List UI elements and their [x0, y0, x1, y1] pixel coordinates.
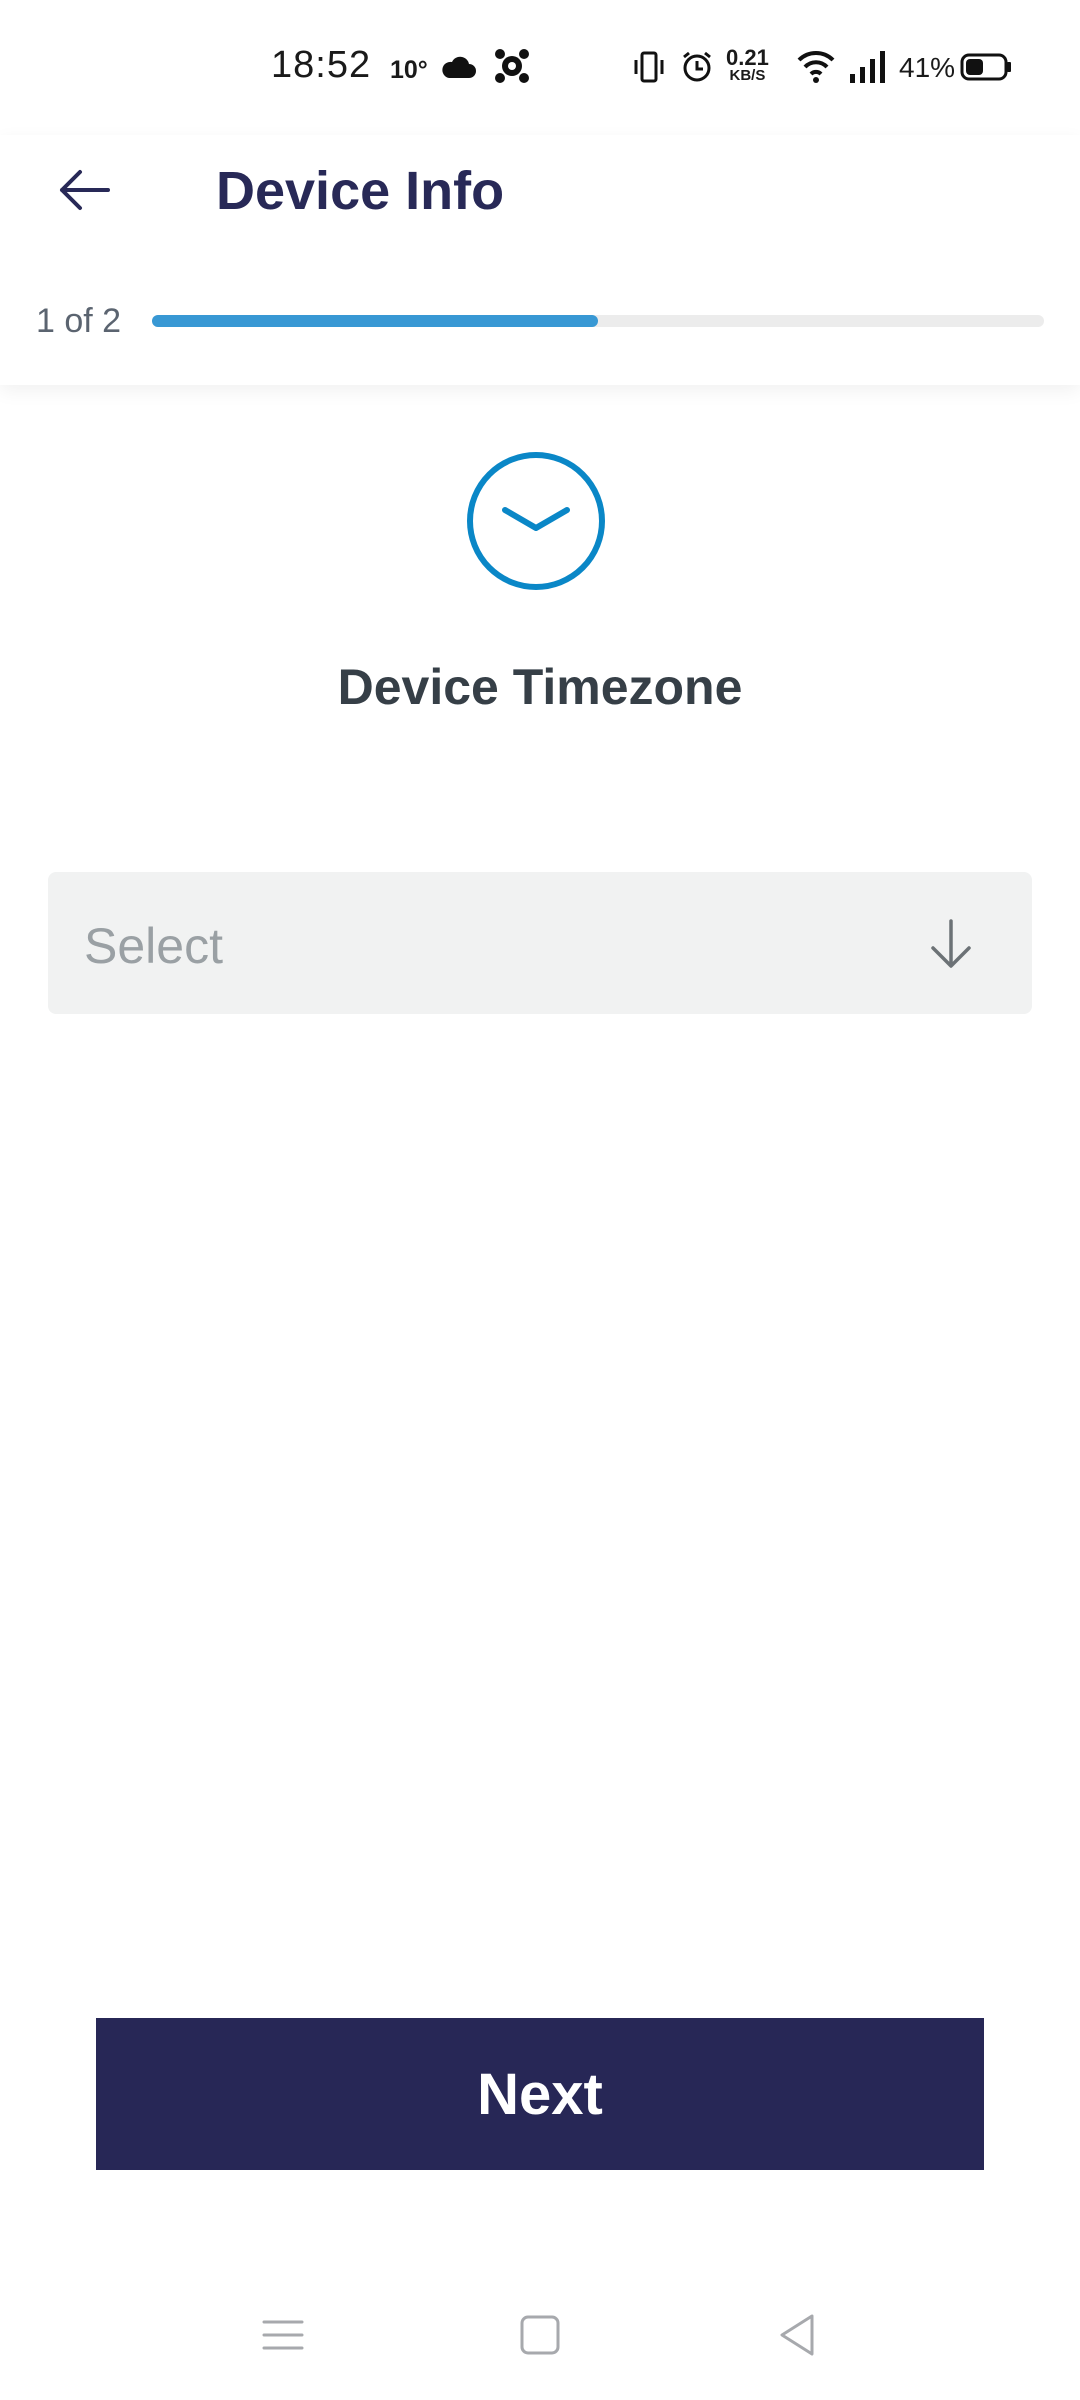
battery-percent: 41% [899, 52, 956, 83]
section-heading: Device Timezone [337, 659, 743, 715]
menu-icon[interactable] [258, 2310, 308, 2360]
network-speed-unit: KB/S [729, 67, 766, 84]
status-temperature: 10° [390, 56, 428, 84]
wifi-icon [797, 50, 835, 83]
alarm-icon [683, 51, 711, 82]
back-button[interactable] [50, 150, 120, 230]
step-indicator: 1 of 2 [36, 302, 122, 340]
system-nav-bar [0, 2270, 1080, 2400]
next-button[interactable]: Next [96, 2018, 984, 2170]
arrow-left-icon [60, 170, 110, 210]
network-speed: 0.21 KB/S [726, 47, 769, 84]
app-notification-icon [495, 49, 529, 83]
timezone-select-placeholder: Select [84, 918, 223, 974]
status-time: 18:52 [271, 44, 372, 86]
home-icon[interactable] [515, 2310, 565, 2360]
arrow-down-icon [931, 919, 971, 968]
page-title: Device Info [216, 161, 505, 221]
clock-icon [467, 452, 605, 590]
timezone-select[interactable]: Select [48, 872, 1032, 1014]
battery-icon [960, 53, 1011, 81]
app-bar [0, 135, 1080, 385]
signal-icon [850, 51, 885, 83]
progress-bar-fill [152, 315, 598, 327]
back-icon[interactable] [772, 2310, 822, 2360]
vibrate-icon [634, 51, 664, 83]
status-bar: 18:52 10° 0.21 KB/S 41% [0, 0, 1080, 135]
progress-bar [152, 315, 1044, 327]
cloud-icon [442, 56, 476, 78]
